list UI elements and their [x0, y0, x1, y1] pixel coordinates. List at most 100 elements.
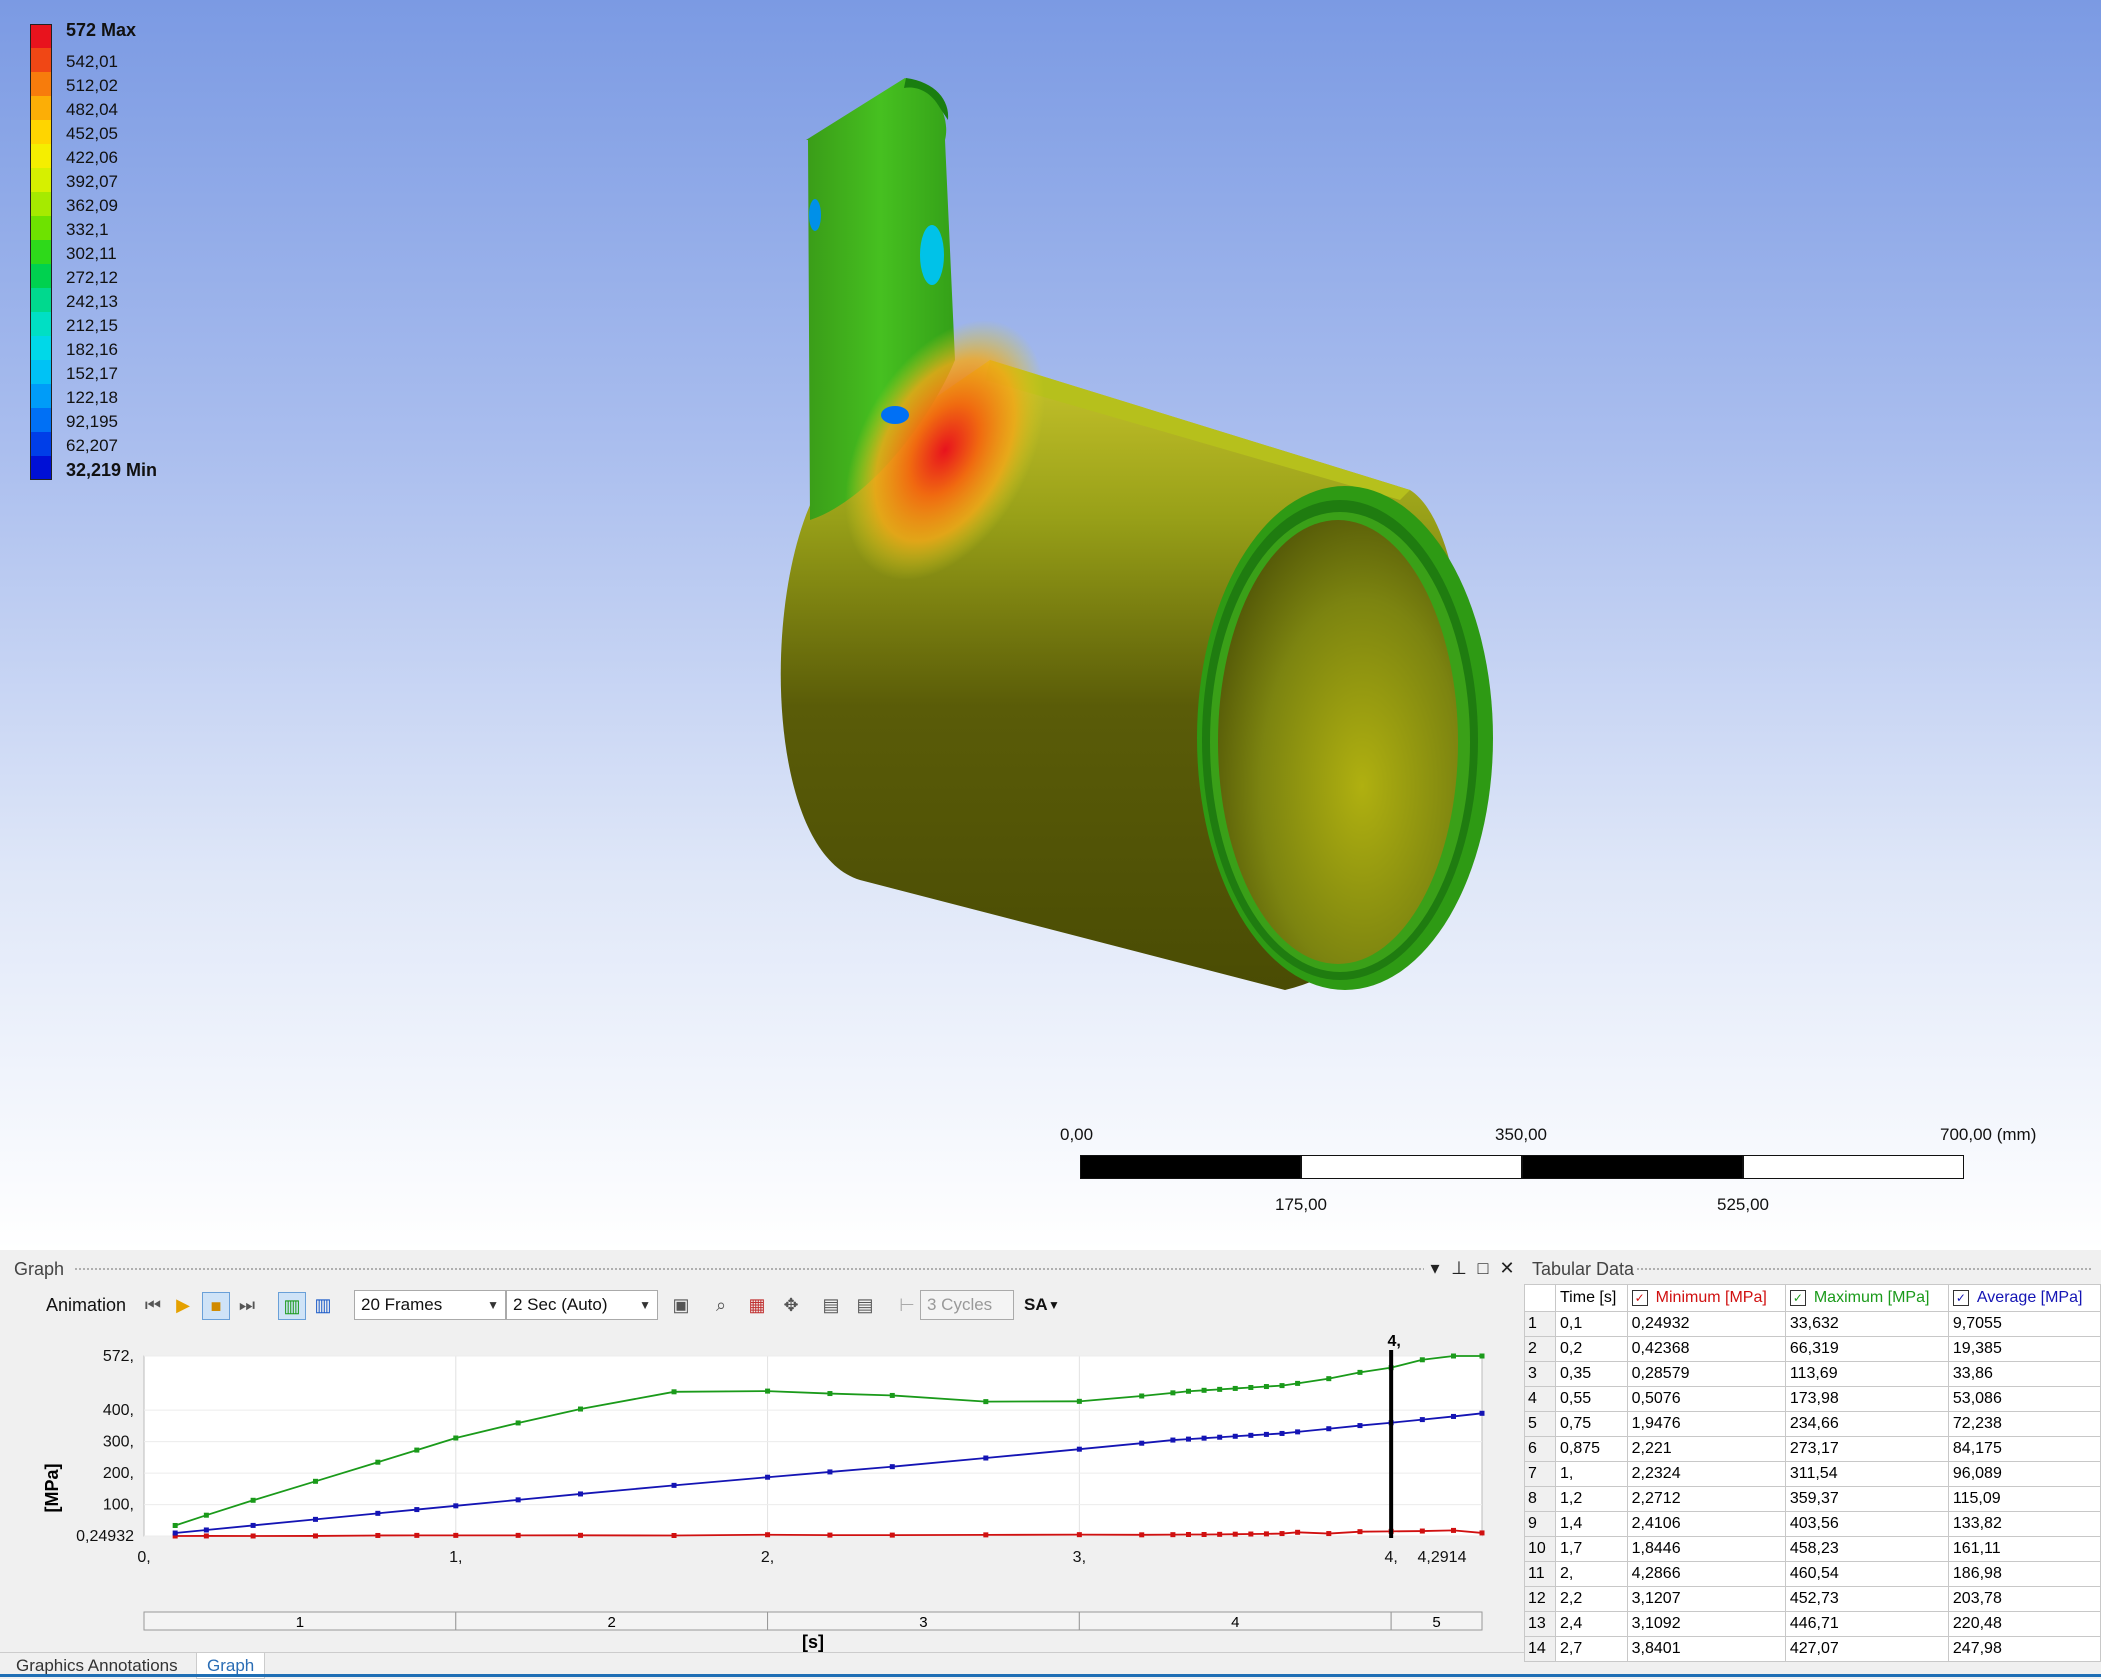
last-frame-icon[interactable]: ⏭	[234, 1292, 260, 1318]
series-point	[1479, 1353, 1485, 1359]
export-video-icon[interactable]: ▣	[668, 1292, 694, 1318]
checkbox-minimum[interactable]: ✓	[1631, 1289, 1648, 1306]
table-row[interactable]: 8 1,2 2,2712 359,37 115,09	[1524, 1486, 2101, 1512]
pin-icon[interactable]: ⊥	[1448, 1258, 1470, 1279]
table-row[interactable]: 14 2,7 3,8401 427,07 247,98	[1524, 1636, 2101, 1662]
row-index: 3	[1524, 1361, 1556, 1387]
table-row[interactable]: 1 0,1 0,24932 33,632 9,7055	[1524, 1311, 2101, 1337]
frames-select[interactable]: 20 Frames ▼	[354, 1290, 506, 1320]
table-cell: 1,8446	[1626, 1536, 1786, 1562]
series-point	[172, 1522, 178, 1528]
table-row[interactable]: 6 0,875 2,221 273,17 84,175	[1524, 1436, 2101, 1462]
table-row[interactable]: 5 0,75 1,9476 234,66 72,238	[1524, 1411, 2101, 1437]
col-maximum-header[interactable]: ✓ Maximum [MPa]	[1784, 1284, 1949, 1312]
cycle-icon[interactable]: ⊢	[894, 1292, 920, 1318]
table-cell: 53,086	[1947, 1386, 2101, 1412]
table-row[interactable]: 12 2,2 3,1207 452,73 203,78	[1524, 1586, 2101, 1612]
table-row[interactable]: 2 0,2 0,42368 66,319 19,385	[1524, 1336, 2101, 1362]
y-tick-label: 0,24932	[76, 1528, 134, 1545]
dropdown-icon[interactable]: ▾	[1424, 1258, 1446, 1279]
y-tick-label: 200,	[103, 1465, 134, 1482]
table-row[interactable]: 13 2,4 3,1092 446,71 220,48	[1524, 1611, 2101, 1637]
table-icon[interactable]: ▤	[818, 1292, 844, 1318]
series-point	[1185, 1532, 1191, 1538]
series-point	[1479, 1530, 1485, 1536]
chart-y-label: [MPa]	[42, 1464, 62, 1513]
panel-grip[interactable]	[74, 1267, 1424, 1272]
table-cell: 4,2866	[1626, 1561, 1786, 1587]
table-row[interactable]: 7 1, 2,2324 311,54 96,089	[1524, 1461, 2101, 1487]
table-cell: 273,17	[1784, 1436, 1949, 1462]
table-cell: 359,37	[1784, 1486, 1949, 1512]
duration-select[interactable]: 2 Sec (Auto) ▼	[506, 1290, 658, 1320]
close-icon[interactable]: ✕	[1496, 1258, 1518, 1279]
series-point	[515, 1532, 521, 1538]
table-cell: 2,2	[1555, 1586, 1628, 1612]
scale-label: 175,00	[1275, 1195, 1327, 1214]
table-row[interactable]: 10 1,7 1,8446 458,23 161,11	[1524, 1536, 2101, 1562]
graphics-viewport[interactable]: 572 Max 542,01 512,02 482,04 452,05 422,06 392…	[0, 0, 2101, 1250]
cycles-input[interactable]: 3 Cycles	[920, 1290, 1014, 1320]
series-point	[375, 1459, 381, 1465]
maximize-icon[interactable]: □	[1472, 1258, 1494, 1279]
series-point	[250, 1533, 256, 1539]
play-icon[interactable]: ▶	[170, 1292, 196, 1318]
scale-label: 700,00 (mm)	[1940, 1125, 2037, 1144]
panel-grip[interactable]	[1636, 1267, 2091, 1272]
checkbox-average[interactable]: ✓	[1952, 1289, 1969, 1306]
table-row[interactable]: 3 0,35 0,28579 113,69 33,86	[1524, 1361, 2101, 1387]
table-row[interactable]: 9 1,4 2,4106 403,56 133,82	[1524, 1511, 2101, 1537]
series-point	[414, 1447, 420, 1453]
row-index-header	[1524, 1284, 1556, 1312]
series-point	[1419, 1417, 1425, 1423]
table-cell: 3,1207	[1626, 1586, 1786, 1612]
series-point	[203, 1527, 209, 1533]
tee-pipe-model[interactable]	[0, 0, 2101, 1250]
table-cell: 427,07	[1784, 1636, 1949, 1662]
table-cell: 133,82	[1947, 1511, 2101, 1537]
series-point	[1357, 1423, 1363, 1429]
step-label: 4	[1231, 1614, 1239, 1631]
pan-icon[interactable]: ✥	[778, 1292, 804, 1318]
table-cell: 452,73	[1784, 1586, 1949, 1612]
tabular-data-panel: Tabular Data Time [s] ✓ Minimum [MPa] ✓ Ma…	[1524, 1254, 2101, 1677]
y-tick-label: 100,	[103, 1497, 134, 1514]
series-point	[1076, 1398, 1082, 1404]
scale-label: 0,00	[1060, 1125, 1094, 1144]
row-index: 1	[1524, 1311, 1556, 1337]
col-average-header[interactable]: ✓ Average [MPa]	[1947, 1284, 2101, 1312]
table-cell: 0,2	[1555, 1336, 1628, 1362]
series-point	[1279, 1383, 1285, 1389]
zoom-icon[interactable]: ⌕	[708, 1292, 734, 1318]
series-point	[172, 1530, 178, 1536]
series-point	[1326, 1531, 1332, 1537]
table-row[interactable]: 4 0,55 0,5076 173,98 53,086	[1524, 1386, 2101, 1412]
series-point	[375, 1510, 381, 1516]
tabular-panel-title: Tabular Data	[1532, 1259, 1635, 1279]
chevron-down-icon[interactable]: ▼	[1048, 1290, 1060, 1320]
row-index: 14	[1524, 1636, 1556, 1662]
series-point	[765, 1532, 771, 1538]
table-alt-icon[interactable]: ▤	[852, 1292, 878, 1318]
legend-icon[interactable]: ▦	[744, 1292, 770, 1318]
table-cell: 1,4	[1555, 1511, 1628, 1537]
series-point	[1419, 1528, 1425, 1534]
series-point	[671, 1482, 677, 1488]
series-point	[515, 1497, 521, 1503]
col-minimum-header[interactable]: ✓ Minimum [MPa]	[1626, 1284, 1786, 1312]
checkbox-maximum[interactable]: ✓	[1789, 1289, 1806, 1306]
table-row[interactable]: 11 2, 4,2866 460,54 186,98	[1524, 1561, 2101, 1587]
result-sets-icon[interactable]: ▥	[310, 1292, 336, 1318]
col-time-header[interactable]: Time [s]	[1555, 1284, 1628, 1312]
distributed-frames-icon[interactable]: ▥	[278, 1292, 306, 1320]
stress-chart[interactable]: [MPa] [s] 4, 572, 400, 300, 200, 100, 0,24932…	[6, 1328, 1516, 1652]
first-frame-icon[interactable]: ⏮	[140, 1292, 166, 1318]
stop-icon[interactable]: ■	[202, 1292, 230, 1320]
table-cell: 460,54	[1784, 1561, 1949, 1587]
table-cell: 0,28579	[1626, 1361, 1786, 1387]
series-point	[983, 1455, 989, 1461]
series-point	[765, 1474, 771, 1480]
sa-menu[interactable]: SA	[1024, 1290, 1048, 1320]
table-cell: 2,	[1555, 1561, 1628, 1587]
table-cell: 3,1092	[1626, 1611, 1786, 1637]
